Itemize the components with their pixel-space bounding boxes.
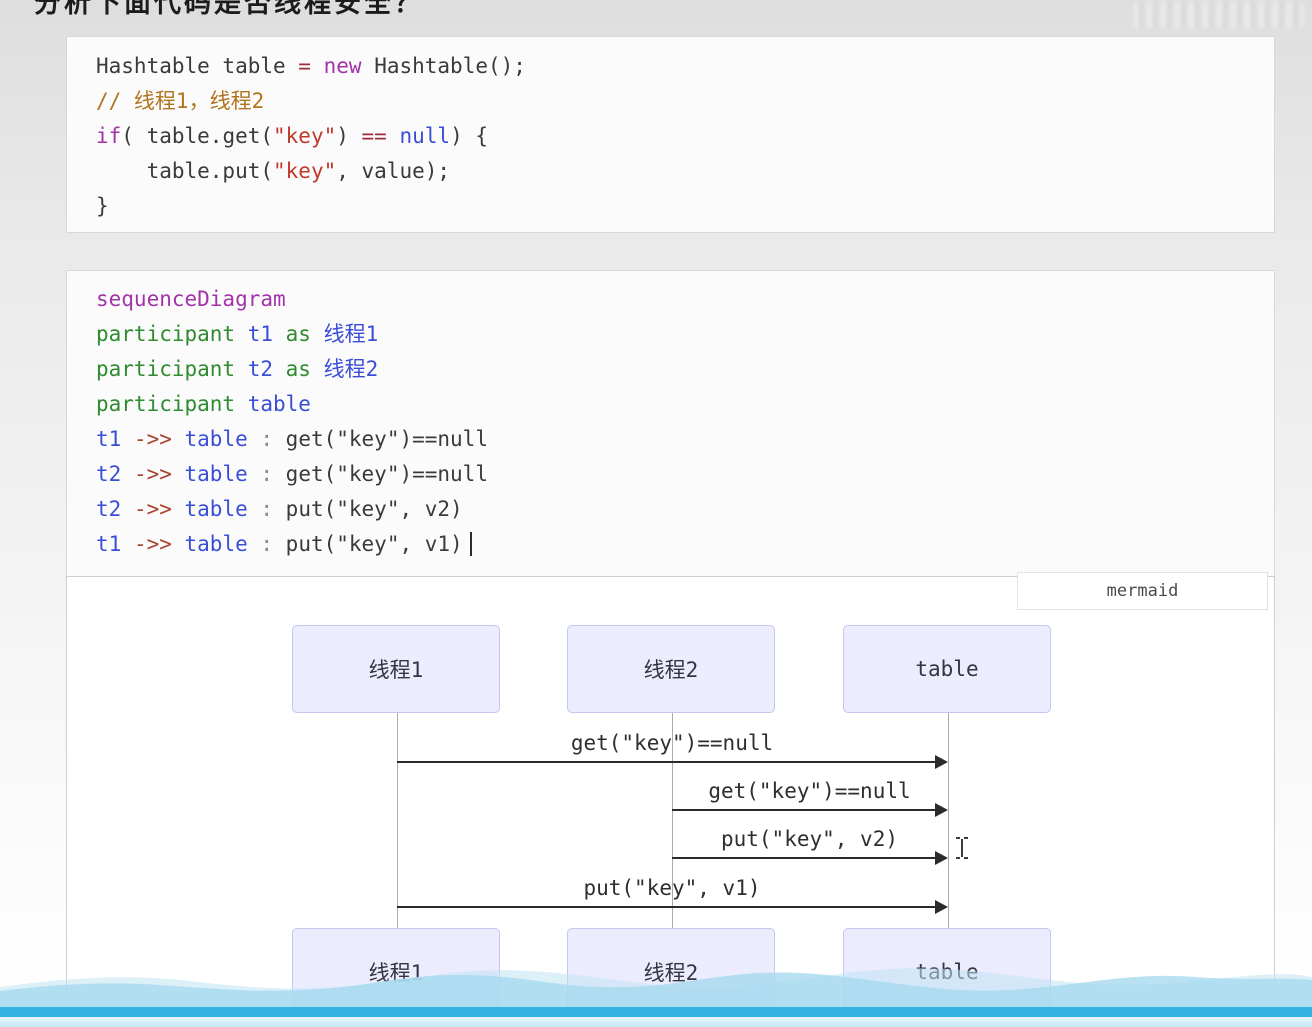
code-token: : [248, 497, 286, 521]
code-token: : [248, 532, 286, 556]
message-arrowhead [935, 851, 948, 865]
message-label: get("key")==null [372, 729, 972, 757]
code-line: sequenceDiagram [96, 282, 1274, 317]
code-line: t2 ->> table : get("key")==null [96, 457, 1274, 492]
code-line: // 线程1，线程2 [96, 84, 1274, 119]
code-block-java[interactable]: Hashtable table = new Hashtable(); // 线程1… [66, 36, 1275, 233]
code-token: as [273, 322, 324, 346]
code-token: // 线程1，线程2 [96, 89, 264, 113]
code-token: ->> [121, 427, 184, 451]
code-token [311, 54, 324, 78]
code-token: == [362, 124, 387, 148]
message-label: get("key")==null [510, 777, 1110, 805]
bottom-strip-decoration [0, 1017, 1312, 1027]
code-token: participant [96, 322, 248, 346]
code-line: if( table.get("key") == null) { [96, 119, 1274, 154]
code-line: t2 ->> table : put("key", v2) [96, 492, 1274, 527]
watermark [1134, 2, 1304, 28]
code-token: t2 [96, 497, 121, 521]
code-token: get("key")==null [286, 427, 488, 451]
message-arrow-line [397, 906, 937, 908]
code-token: ->> [121, 497, 184, 521]
code-token: 线程2 [324, 357, 379, 381]
code-line: participant t1 as 线程1 [96, 317, 1274, 352]
code-token: "key" [273, 159, 336, 183]
code-token: put("key", v1) [286, 532, 463, 556]
message-arrow-line [672, 857, 937, 859]
code-token: "key" [273, 124, 336, 148]
editor-page: 分析下面代码是否线程安全？ Hashtable table = new Hash… [0, 0, 1312, 1027]
code-token: if [96, 124, 121, 148]
code-token: get("key")==null [286, 462, 488, 486]
code-token: ->> [121, 532, 184, 556]
code-block-mermaid-source[interactable]: sequenceDiagramparticipant t1 as 线程1part… [66, 270, 1275, 576]
code-line: } [96, 189, 1274, 224]
code-token: : [248, 427, 286, 451]
code-line: table.put("key", value); [96, 154, 1274, 189]
code-token: ) [336, 124, 361, 148]
code-token: , value); [336, 159, 450, 183]
code-token: Hashtable table [96, 54, 298, 78]
text-cursor-pointer-icon [955, 837, 969, 859]
actor-box-bottom: 线程2 [567, 928, 775, 1016]
actor-box-top: 线程1 [292, 625, 500, 713]
code-line: participant t2 as 线程2 [96, 352, 1274, 387]
code-token: } [96, 194, 109, 218]
code-token: sequenceDiagram [96, 287, 286, 311]
code-token: null [399, 124, 450, 148]
message-arrowhead [935, 803, 948, 817]
message-arrowhead [935, 900, 948, 914]
code-token: participant [96, 392, 248, 416]
code-token: table [185, 532, 248, 556]
code-token: t1 [96, 427, 121, 451]
message-label: put("key", v1) [372, 874, 972, 902]
code-token: table [185, 497, 248, 521]
code-token: ->> [121, 462, 184, 486]
code-token: t2 [96, 462, 121, 486]
code-token: table [248, 392, 311, 416]
message-arrow-line [397, 761, 937, 763]
code-token: = [298, 54, 311, 78]
code-token: table.put( [96, 159, 273, 183]
code-token: t2 [248, 357, 273, 381]
code-token: as [273, 357, 324, 381]
code-line: t1 ->> table : put("key", v1) [96, 527, 1274, 562]
code-token: table [185, 462, 248, 486]
actor-box-top: table [843, 625, 1051, 713]
code-token: participant [96, 357, 248, 381]
actor-box-bottom: table [843, 928, 1051, 1016]
actor-box-bottom: 线程1 [292, 928, 500, 1016]
actor-box-top: 线程2 [567, 625, 775, 713]
message-label: put("key", v2) [510, 825, 1110, 853]
text-caret [470, 532, 472, 556]
code-token: : [248, 462, 286, 486]
code-line: Hashtable table = new Hashtable(); [96, 49, 1274, 84]
bottom-bar-decoration [0, 1007, 1312, 1017]
message-arrowhead [935, 755, 948, 769]
code-token: Hashtable(); [362, 54, 526, 78]
code-line: participant table [96, 387, 1274, 422]
code-token: new [324, 54, 362, 78]
mermaid-language-tab: mermaid [1017, 572, 1268, 610]
code-token: ( table.get( [121, 124, 273, 148]
message-arrow-line [672, 809, 937, 811]
code-token: t1 [96, 532, 121, 556]
code-token [387, 124, 400, 148]
code-token: ) { [450, 124, 488, 148]
code-token: table [185, 427, 248, 451]
page-title: 分析下面代码是否线程安全？ [34, 0, 424, 20]
code-token: 线程1 [324, 322, 379, 346]
code-line: t1 ->> table : get("key")==null [96, 422, 1274, 457]
code-token: put("key", v2) [286, 497, 463, 521]
code-token: t1 [248, 322, 273, 346]
